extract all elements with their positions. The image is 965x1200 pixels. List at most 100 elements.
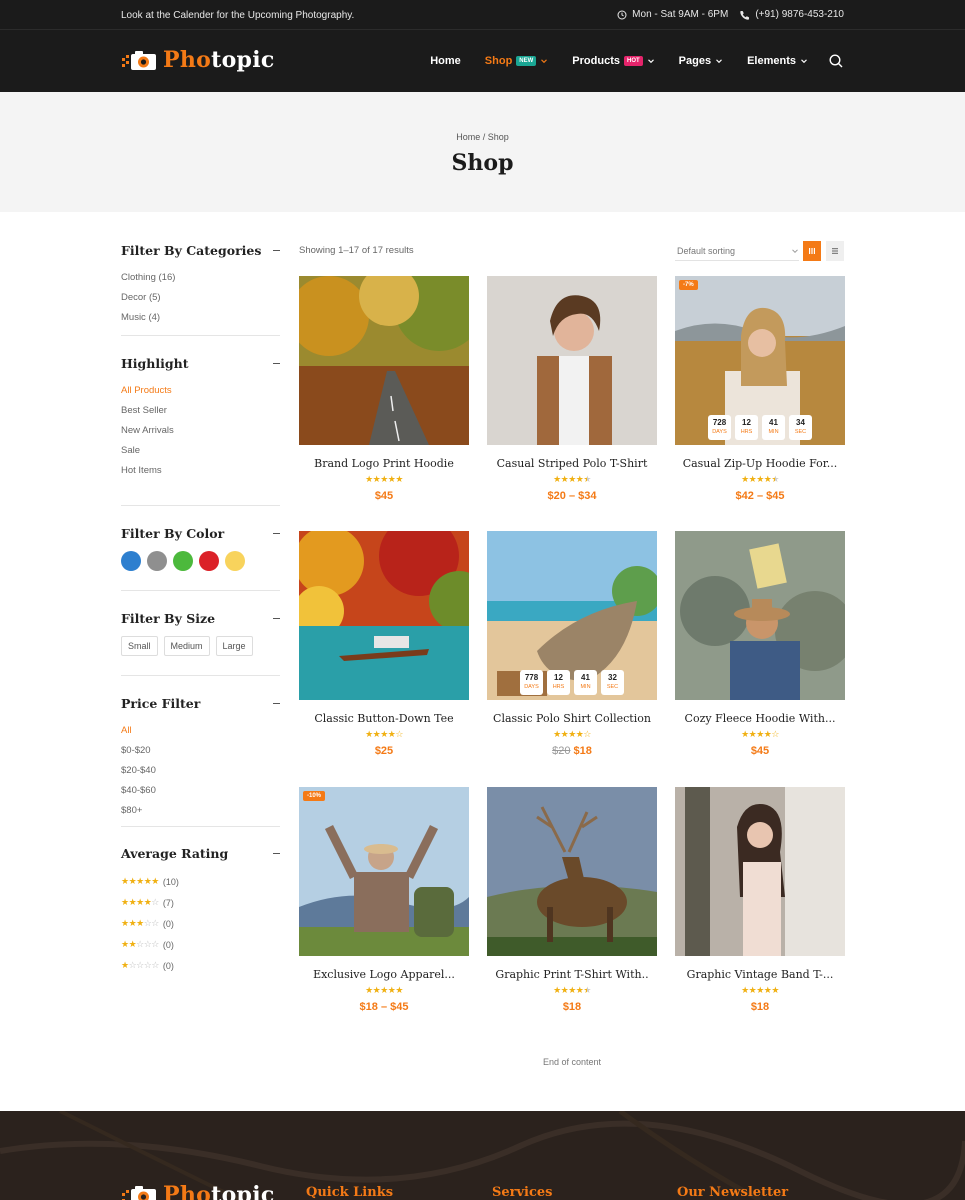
price-range-item[interactable]: $40-$60: [121, 781, 280, 801]
collapse-icon[interactable]: [273, 852, 280, 854]
countdown-label: SEC: [794, 429, 807, 435]
list-view-icon: [832, 248, 838, 254]
size-widget: Filter By Size Small Medium Large: [121, 608, 280, 676]
collapse-icon[interactable]: [273, 249, 280, 251]
collapse-icon[interactable]: [273, 617, 280, 619]
page-heading-banner: Home / Shop Shop: [0, 92, 965, 212]
list-view-button[interactable]: [826, 241, 844, 261]
rating-filter-item[interactable]: ★★★★★ (10): [121, 871, 280, 892]
collapse-icon[interactable]: [273, 362, 280, 364]
category-item[interactable]: Decor (5): [121, 288, 280, 308]
breadcrumb[interactable]: Home / Shop: [0, 132, 965, 142]
countdown-value: 41: [581, 673, 590, 682]
price-widget: Price Filter All $0-$20 $20-$40 $40-$60 $80+: [121, 693, 280, 827]
size-option[interactable]: Large: [215, 636, 253, 656]
color-swatch[interactable]: [147, 551, 167, 571]
nav-elements[interactable]: Elements: [735, 55, 820, 67]
star-rating-icon: ★★☆☆☆: [121, 939, 159, 949]
product-card[interactable]: Casual Striped Polo T-Shirt ★★★★★ $20 – $3…: [487, 276, 657, 502]
countdown-label: SEC: [606, 684, 619, 690]
nav-pages[interactable]: Pages: [667, 55, 735, 67]
result-count: Showing 1–17 of 17 results: [299, 245, 414, 256]
highlight-item[interactable]: All Products: [121, 381, 280, 401]
product-title[interactable]: Graphic Vintage Band T-...: [675, 968, 845, 981]
product-card[interactable]: Graphic Print T-Shirt With.. ★★★★★ $18: [487, 787, 657, 1013]
product-price: $18: [675, 1001, 845, 1013]
product-card[interactable]: Classic Button-Down Tee ★★★★☆ $25: [299, 531, 469, 757]
color-swatch[interactable]: [173, 551, 193, 571]
sort-select[interactable]: Default sorting: [675, 241, 799, 261]
product-title[interactable]: Classic Button-Down Tee: [299, 712, 469, 725]
product-image[interactable]: -7% 728 DAYS 12 HRS 41 MIN 34 SEC: [675, 276, 845, 445]
countdown-unit: 34 SEC: [789, 415, 812, 440]
color-widget: Filter By Color: [121, 523, 280, 591]
product-card[interactable]: -10% Exclusive Logo Apparel... ★★★★★ $18 – …: [299, 787, 469, 1013]
category-item[interactable]: Clothing (16): [121, 268, 280, 288]
countdown-label: DAYS: [524, 684, 539, 690]
highlight-item[interactable]: Hot Items: [121, 461, 280, 481]
rating-filter-item[interactable]: ★☆☆☆☆ (0): [121, 955, 280, 976]
collapse-icon[interactable]: [273, 702, 280, 704]
product-title[interactable]: Cozy Fleece Hoodie With...: [675, 712, 845, 725]
product-title[interactable]: Graphic Print T-Shirt With..: [487, 968, 657, 981]
nav-products[interactable]: Products HOT: [560, 55, 666, 67]
product-image[interactable]: [487, 276, 657, 445]
product-title[interactable]: Casual Zip-Up Hoodie For...: [675, 457, 845, 470]
grid-view-button[interactable]: [803, 241, 821, 261]
product-title[interactable]: Exclusive Logo Apparel...: [299, 968, 469, 981]
product-price: $18: [487, 1001, 657, 1013]
widget-title: Filter By Size: [121, 610, 216, 626]
size-option[interactable]: Medium: [163, 636, 210, 656]
highlight-item[interactable]: New Arrivals: [121, 421, 280, 441]
phone-number[interactable]: (+91) 9876-453-210: [755, 9, 844, 20]
camera-logo-icon: [122, 51, 156, 70]
star-rating-icon: ★★★☆☆: [121, 918, 159, 928]
price-range-item[interactable]: $0-$20: [121, 741, 280, 761]
product-image[interactable]: [675, 531, 845, 700]
highlight-item[interactable]: Best Seller: [121, 401, 280, 421]
color-swatch[interactable]: [225, 551, 245, 571]
current-price: $18: [562, 1001, 582, 1013]
clock-icon: [617, 10, 627, 19]
product-image[interactable]: [675, 787, 845, 956]
search-icon[interactable]: [828, 53, 844, 69]
logo-wordmark: Photopic: [163, 47, 275, 73]
countdown-value: 34: [796, 418, 805, 427]
price-range-item[interactable]: All: [121, 721, 280, 741]
product-image[interactable]: -10%: [299, 787, 469, 956]
rating-count: (10): [162, 876, 179, 887]
collapse-icon[interactable]: [273, 532, 280, 534]
footer-newsletter-heading: Our Newsletter: [677, 1185, 789, 1200]
footer-logo[interactable]: Photopic: [121, 1182, 275, 1200]
star-rating-icon: ★★★★★: [365, 985, 403, 995]
product-image[interactable]: 778 DAYS 12 HRS 41 MIN 32 SEC: [487, 531, 657, 700]
product-image[interactable]: [299, 276, 469, 445]
category-item[interactable]: Music (4): [121, 308, 280, 328]
color-swatch[interactable]: [199, 551, 219, 571]
product-title[interactable]: Casual Striped Polo T-Shirt: [487, 457, 657, 470]
price-range-item[interactable]: $20-$40: [121, 761, 280, 781]
color-swatch[interactable]: [121, 551, 141, 571]
product-image[interactable]: [299, 531, 469, 700]
product-card[interactable]: -7% 728 DAYS 12 HRS 41 MIN 34 SEC Casual Zip-Up H…: [675, 276, 845, 502]
rating-filter-item[interactable]: ★★☆☆☆ (0): [121, 934, 280, 955]
countdown-label: MIN: [768, 429, 779, 435]
product-card[interactable]: Graphic Vintage Band T-... ★★★★★ $18: [675, 787, 845, 1013]
product-title[interactable]: Brand Logo Print Hoodie: [299, 457, 469, 470]
price-range-item[interactable]: $80+: [121, 801, 280, 821]
countdown-unit: 12 HRS: [547, 670, 570, 695]
product-title[interactable]: Classic Polo Shirt Collection: [487, 712, 657, 725]
rating-filter-item[interactable]: ★★★☆☆ (0): [121, 913, 280, 934]
site-logo[interactable]: Photopic: [121, 47, 275, 73]
size-option[interactable]: Small: [121, 636, 158, 656]
product-card[interactable]: Cozy Fleece Hoodie With... ★★★★☆ $45: [675, 531, 845, 757]
product-card[interactable]: Brand Logo Print Hoodie ★★★★★ $45: [299, 276, 469, 502]
nav-home[interactable]: Home: [418, 55, 473, 67]
product-image[interactable]: [487, 787, 657, 956]
product-card[interactable]: 778 DAYS 12 HRS 41 MIN 32 SEC Classic Polo Shirt…: [487, 531, 657, 757]
highlight-item[interactable]: Sale: [121, 441, 280, 461]
countdown-value: 12: [742, 418, 751, 427]
widget-title: Filter By Categories: [121, 242, 262, 258]
nav-shop[interactable]: Shop NEW: [473, 55, 561, 67]
rating-filter-item[interactable]: ★★★★☆ (7): [121, 892, 280, 913]
